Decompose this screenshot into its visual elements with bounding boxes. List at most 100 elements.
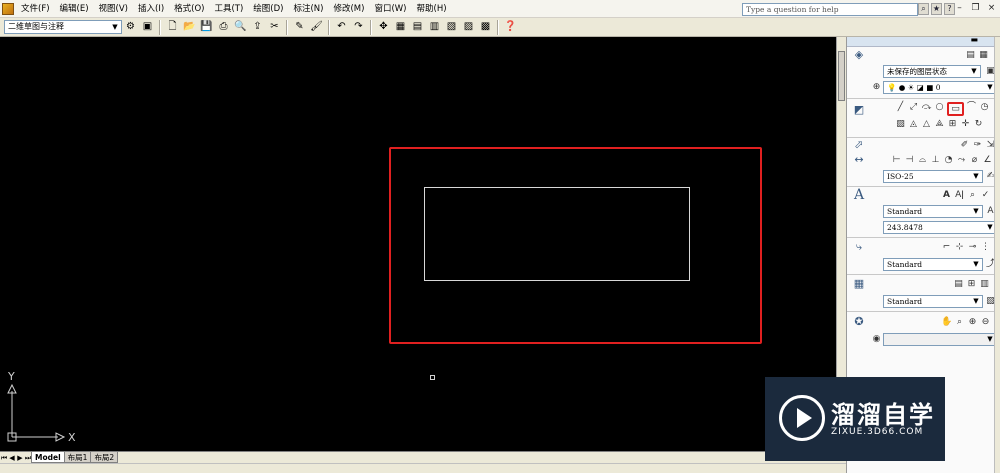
design-center-icon[interactable]: ▤ <box>411 20 425 34</box>
multileader-panel-icon[interactable]: ⤷ <box>851 240 867 254</box>
dim-update-icon[interactable]: ✑ <box>972 140 983 151</box>
remove-leader-icon[interactable]: ⊸ <box>967 242 978 253</box>
plot-preview-icon[interactable]: 🔍 <box>234 20 248 34</box>
table-style-dropdown[interactable]: Standard ▼ <box>883 294 983 308</box>
diameter-icon[interactable]: ⌀ <box>969 155 980 166</box>
menu-help[interactable]: 帮助(H) <box>412 0 452 18</box>
tab-model[interactable]: Model <box>31 452 65 463</box>
arc-icon[interactable]: ⌒ <box>966 102 977 113</box>
brush-icon[interactable]: 🖌 <box>310 20 324 34</box>
linear-dim-panel-icon[interactable]: ↔ <box>851 153 867 167</box>
zoom-previous-icon[interactable]: ⊖ <box>980 317 991 328</box>
help-search-icon[interactable]: ⌕ <box>918 3 929 15</box>
linear-dim-icon[interactable]: ⊢ <box>891 155 902 166</box>
table-data-link-icon[interactable]: ⊞ <box>966 279 977 290</box>
layer-states-icon[interactable]: ▦ <box>978 50 989 61</box>
prev-tab-icon[interactable]: ◀ <box>8 453 16 463</box>
next-tab-icon[interactable]: ▶ <box>16 453 24 463</box>
workspace-settings-icon[interactable]: ⚙ <box>124 20 138 34</box>
arc-length-icon[interactable]: ⌓ <box>917 155 928 166</box>
print-icon[interactable]: ⎙ <box>217 20 231 34</box>
app-icon[interactable] <box>2 2 14 15</box>
menu-draw[interactable]: 绘图(D) <box>248 0 288 18</box>
undo-icon[interactable]: ↶ <box>335 20 349 34</box>
region-icon[interactable]: △ <box>921 119 932 130</box>
ordinate-icon[interactable]: ⊥ <box>930 155 941 166</box>
menu-dimension[interactable]: 标注(N) <box>288 0 328 18</box>
layers-icon[interactable]: ◈ <box>851 48 867 62</box>
text-height-dropdown[interactable]: 243.8478 ▼ <box>883 220 997 234</box>
table-extract-icon[interactable]: ▥ <box>979 279 990 290</box>
layer-properties-icon[interactable]: ▤ <box>965 50 976 61</box>
table-panel-icon[interactable]: ▦ <box>851 277 867 291</box>
first-tab-icon[interactable]: ⏮ <box>0 453 8 463</box>
navigation-panel-icon[interactable]: ✪ <box>851 315 867 329</box>
hatch-icon[interactable]: ▨ <box>895 119 906 130</box>
redo-icon[interactable]: ↷ <box>352 20 366 34</box>
drawing-canvas[interactable]: Y X <box>0 37 846 451</box>
menu-window[interactable]: 窗口(W) <box>369 0 411 18</box>
star-icon[interactable]: ★ <box>931 3 942 15</box>
tab-layout2[interactable]: 布局2 <box>90 452 119 463</box>
cut-icon[interactable]: ✂ <box>268 20 282 34</box>
dim-style-dropdown[interactable]: ISO-25 ▼ <box>883 169 983 183</box>
pan-hand-icon[interactable]: ✋ <box>941 317 952 328</box>
jogged-icon[interactable]: ⤳ <box>956 155 967 166</box>
line-icon[interactable]: ╱ <box>895 102 906 113</box>
add-leader-icon[interactable]: ⊹ <box>954 242 965 253</box>
help-search-input[interactable]: Type a question for help <box>742 3 918 16</box>
open-file-icon[interactable]: 📂 <box>183 20 197 34</box>
tool-palettes-icon[interactable]: ▥ <box>428 20 442 34</box>
move-icon[interactable]: ✛ <box>960 119 971 130</box>
rotate-icon[interactable]: ↻ <box>973 119 984 130</box>
named-views-dropdown[interactable]: ▼ <box>883 332 997 346</box>
polyline-icon[interactable]: ⤼ <box>921 102 932 113</box>
layer-state-dropdown[interactable]: 未保存的图层状态 ▼ <box>883 64 981 78</box>
circle-icon[interactable]: ○ <box>934 102 945 113</box>
table-icon[interactable]: ⊞ <box>947 119 958 130</box>
align-leader-icon[interactable]: ⋮ <box>980 242 991 253</box>
canvas-horizontal-scrollbar[interactable] <box>0 463 846 473</box>
mleader-icon[interactable]: ⌐ <box>941 242 952 253</box>
match-properties-icon[interactable]: ✎ <box>293 20 307 34</box>
publish-icon[interactable]: ⇪ <box>251 20 265 34</box>
aligned-dim-icon[interactable]: ⊣ <box>904 155 915 166</box>
make-current-icon[interactable]: ⊕ <box>871 82 882 93</box>
menu-file[interactable]: 文件(F) <box>16 0 55 18</box>
layer-dropdown[interactable]: 💡 ● ☀ ◪ ■ 0 ▼ <box>883 80 997 94</box>
close-icon[interactable]: × <box>985 2 998 15</box>
dim-edit-icon[interactable]: ✐ <box>959 140 970 151</box>
find-text-icon[interactable]: ⌕ <box>967 190 978 201</box>
insert-table-icon[interactable]: ▤ <box>953 279 964 290</box>
dimension-panel-icon[interactable]: ⬀ <box>851 138 867 152</box>
single-line-text-icon[interactable]: Aǀ <box>954 190 965 201</box>
target-icon[interactable]: ◉ <box>871 334 882 345</box>
dashboard-options-icon[interactable]: ▬ <box>970 35 978 44</box>
radius-icon[interactable]: ◔ <box>943 155 954 166</box>
tab-layout1[interactable]: 布局1 <box>63 452 92 463</box>
spell-check-icon[interactable]: ✓ <box>980 190 991 201</box>
dashboard-scrollbar[interactable] <box>994 37 1000 473</box>
mleader-style-dropdown[interactable]: Standard ▼ <box>883 257 983 271</box>
calculator-icon[interactable]: ▩ <box>479 20 493 34</box>
menu-insert[interactable]: 插入(I) <box>133 0 169 18</box>
text-panel-icon[interactable]: A <box>851 188 867 202</box>
pan-icon[interactable]: ✥ <box>377 20 391 34</box>
menu-format[interactable]: 格式(O) <box>169 0 209 18</box>
2d-draw-icon[interactable]: ◩ <box>851 103 867 117</box>
gradient-icon[interactable]: ◬ <box>908 119 919 130</box>
wipeout-icon[interactable]: ⟁ <box>934 119 945 130</box>
mtext-icon[interactable]: A <box>941 190 952 201</box>
zoom-window-icon[interactable]: ⊕ <box>967 317 978 328</box>
scrollbar-thumb[interactable] <box>838 51 845 101</box>
menu-view[interactable]: 视图(V) <box>94 0 133 18</box>
save-icon[interactable]: 💾 <box>200 20 214 34</box>
markup-icon[interactable]: ▨ <box>462 20 476 34</box>
sheet-set-icon[interactable]: ▧ <box>445 20 459 34</box>
text-style-dropdown[interactable]: Standard ▼ <box>883 204 983 218</box>
timer-icon[interactable]: ◷ <box>979 102 990 113</box>
rectangle-icon[interactable]: ▭ <box>947 102 964 116</box>
zoom-realtime-icon[interactable]: ⌕ <box>954 317 965 328</box>
menu-modify[interactable]: 修改(M) <box>328 0 369 18</box>
help-book-icon[interactable]: ❓ <box>504 20 518 34</box>
